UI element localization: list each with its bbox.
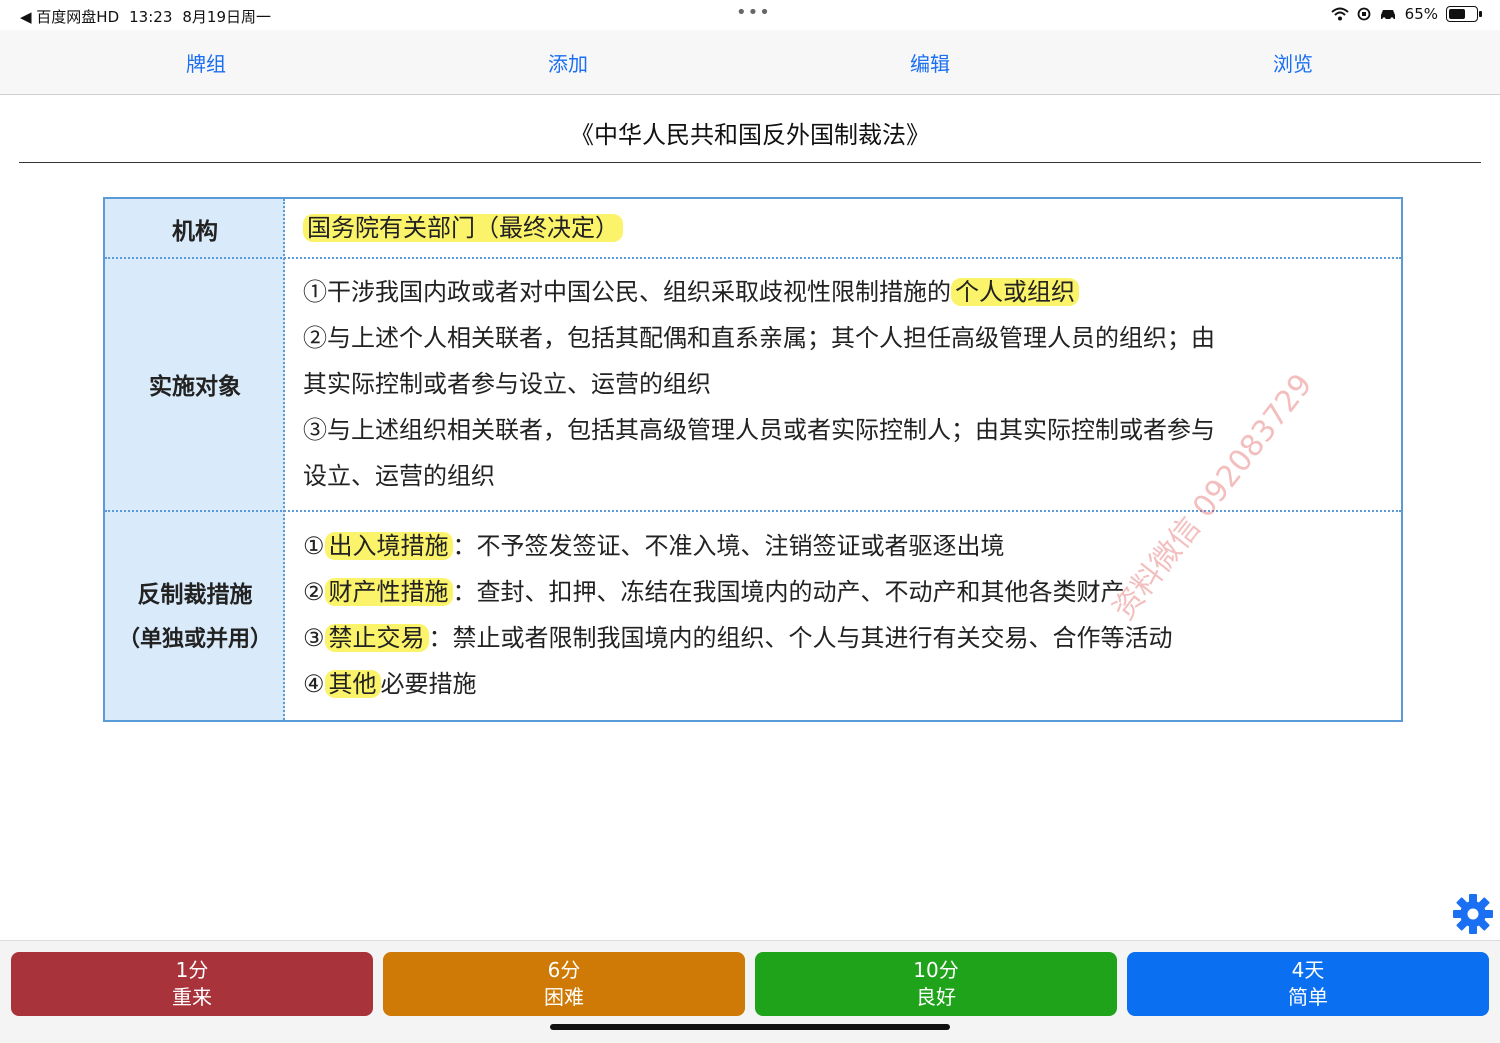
content-text: ① [303, 532, 325, 560]
highlighted-text: 财产性措施 [324, 578, 453, 606]
wifi-icon [1330, 7, 1349, 21]
content-text: ②与上述个人相关联者，包括其配偶和直系亲属；其个人担任高级管理人员的组织；由 [303, 324, 1215, 352]
highlighted-text: 禁止交易 [324, 624, 429, 652]
battery-fill [1449, 9, 1466, 19]
row-sublabel-measures: （单独或并用） [117, 627, 272, 652]
content-line: ② 财产性措施 ：查封、扣押、冻结在我国境内的动产、不动产和其他各类财产 [303, 569, 1387, 615]
content-text: ：查封、扣押、冻结在我国境内的动产、不动产和其他各类财产 [452, 578, 1125, 606]
row-divider [105, 257, 1401, 259]
content-text: ④ [303, 670, 325, 698]
content-line: ① 出入境措施 ：不予签发签证、不准入境、注销签证或者驱逐出境 [303, 523, 1387, 569]
again-label: 重来 [172, 985, 212, 1009]
content-text: ：禁止或者限制我国境内的组织、个人与其进行有关交易、合作等活动 [428, 624, 1173, 652]
again-interval: 1分 [175, 958, 209, 982]
status-date: 8月19日周一 [182, 8, 272, 26]
content-text: ③ [303, 624, 325, 652]
back-to-app-link[interactable]: ◀ 百度网盘HD [20, 6, 119, 27]
status-time: 13:23 [129, 7, 173, 26]
content-line: ①干涉我国内政或者对中国公民、组织采取歧视性限制措施的 个人或组织 [303, 269, 1387, 315]
hard-label: 困难 [544, 985, 584, 1009]
content-text: 必要措施 [380, 670, 477, 698]
home-indicator[interactable] [550, 1024, 950, 1030]
battery-icon [1446, 6, 1482, 22]
easy-button[interactable]: 4天 简单 [1127, 952, 1489, 1016]
hard-button[interactable]: 6分 困难 [383, 952, 745, 1016]
easy-label: 简单 [1288, 985, 1328, 1009]
good-interval: 10分 [913, 958, 959, 982]
content-line: ④ 其他 必要措施 [303, 661, 1387, 707]
content-text: ：不予签发签证、不准入境、注销签证或者驱逐出境 [452, 532, 1005, 560]
nav-add[interactable]: 添加 [548, 48, 588, 77]
good-button[interactable]: 10分 良好 [755, 952, 1117, 1016]
card-title: 《中华人民共和国反外国制裁法》 [570, 121, 930, 149]
multitasking-dots[interactable]: ••• [736, 2, 771, 23]
battery-percent: 65% [1404, 5, 1438, 23]
nav-decks[interactable]: 牌组 [186, 48, 226, 77]
orientation-lock-icon [1357, 7, 1371, 21]
nav-edit[interactable]: 编辑 [910, 48, 950, 77]
again-button[interactable]: 1分 重来 [11, 952, 373, 1016]
row-label-agency: 机构 [172, 219, 218, 245]
content-line: 其实际控制或者参与设立、运营的组织 [303, 361, 1387, 407]
content-text: ② [303, 578, 325, 606]
row-label-targets: 实施对象 [149, 374, 241, 400]
easy-interval: 4天 [1291, 958, 1325, 982]
content-text: 设立、运营的组织 [303, 462, 495, 490]
content-line: ③ 禁止交易 ：禁止或者限制我国境内的组织、个人与其进行有关交易、合作等活动 [303, 615, 1387, 661]
highlighted-text: 个人或组织 [951, 278, 1079, 306]
nav-browse[interactable]: 浏览 [1273, 48, 1313, 77]
hard-interval: 6分 [547, 958, 581, 982]
content-text: ①干涉我国内政或者对中国公民、组织采取歧视性限制措施的 [303, 278, 951, 306]
row-content-agency: 国务院有关部门（最终决定） [303, 205, 1387, 251]
top-nav: 牌组 添加 编辑 浏览 [0, 30, 1500, 95]
car-icon [1380, 10, 1395, 21]
gear-icon[interactable] [1452, 893, 1494, 935]
row-label-measures: 反制裁措施 [137, 582, 253, 608]
row-content-measures: ① 出入境措施 ：不予签发签证、不准入境、注销签证或者驱逐出境 ② 财产性措施 ：查封、扣… [303, 523, 1387, 707]
content-line: 国务院有关部门（最终决定） [303, 205, 1387, 251]
content-text: 其实际控制或者参与设立、运营的组织 [303, 370, 711, 398]
title-divider [19, 162, 1481, 163]
content-text: ③与上述组织相关联者，包括其高级管理人员或者实际控制人；由其实际控制或者参与 [303, 416, 1215, 444]
content-line: ②与上述个人相关联者，包括其配偶和直系亲属；其个人担任高级管理人员的组织；由 [303, 315, 1387, 361]
highlighted-text: 国务院有关部门（最终决定） [303, 214, 623, 242]
status-bar: ◀ 百度网盘HD 13:23 8月19日周一 ••• 65% [0, 0, 1500, 30]
highlighted-text: 出入境措施 [324, 532, 453, 560]
highlighted-text: 其他 [324, 670, 381, 698]
good-label: 良好 [916, 985, 956, 1009]
